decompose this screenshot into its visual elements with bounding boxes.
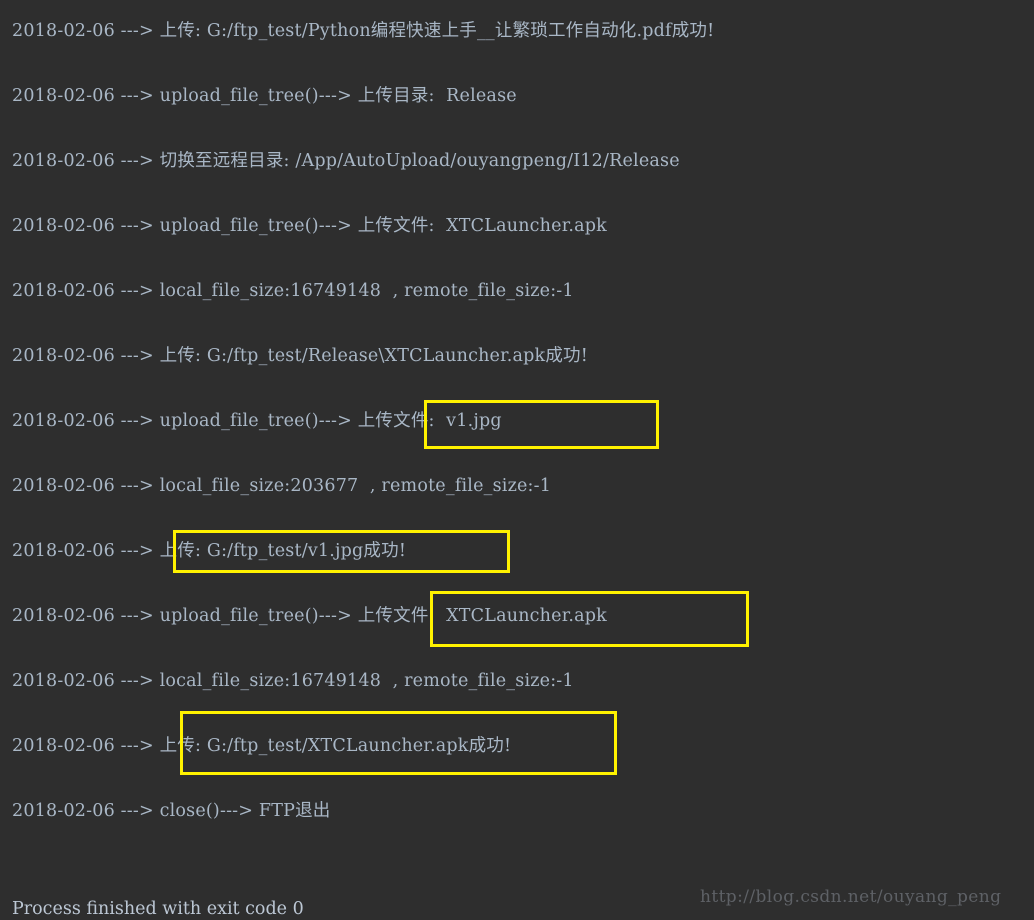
log-line: 2018-02-06 ---> 上传: G:/ftp_test/Python编程… — [12, 21, 715, 41]
blog-watermark: http://blog.csdn.net/ouyang_peng — [700, 887, 1002, 907]
log-line: 2018-02-06 ---> 上传: G:/ftp_test/Release\… — [12, 346, 588, 366]
log-line: 2018-02-06 ---> local_file_size:16749148… — [12, 671, 574, 691]
log-line: 2018-02-06 ---> close()---> FTP退出 — [12, 801, 331, 821]
log-line: 2018-02-06 ---> local_file_size:16749148… — [12, 281, 574, 301]
log-line: 2018-02-06 ---> 上传: G:/ftp_test/v1.jpg成功… — [12, 541, 407, 561]
log-line: 2018-02-06 ---> upload_file_tree()---> 上… — [12, 411, 502, 431]
log-line: 2018-02-06 ---> 上传: G:/ftp_test/XTCLaunc… — [12, 736, 512, 756]
process-exit-status: Process finished with exit code 0 — [12, 899, 304, 919]
log-line: 2018-02-06 ---> upload_file_tree()---> 上… — [12, 86, 517, 106]
console-output-panel: 2018-02-06 ---> 上传: G:/ftp_test/Python编程… — [0, 0, 1034, 919]
log-line: 2018-02-06 ---> upload_file_tree()---> 上… — [12, 216, 607, 236]
log-line: 2018-02-06 ---> local_file_size:203677 ,… — [12, 476, 552, 496]
log-line: 2018-02-06 ---> upload_file_tree()---> 上… — [12, 606, 607, 626]
log-line: 2018-02-06 ---> 切换至远程目录: /App/AutoUpload… — [12, 151, 680, 171]
